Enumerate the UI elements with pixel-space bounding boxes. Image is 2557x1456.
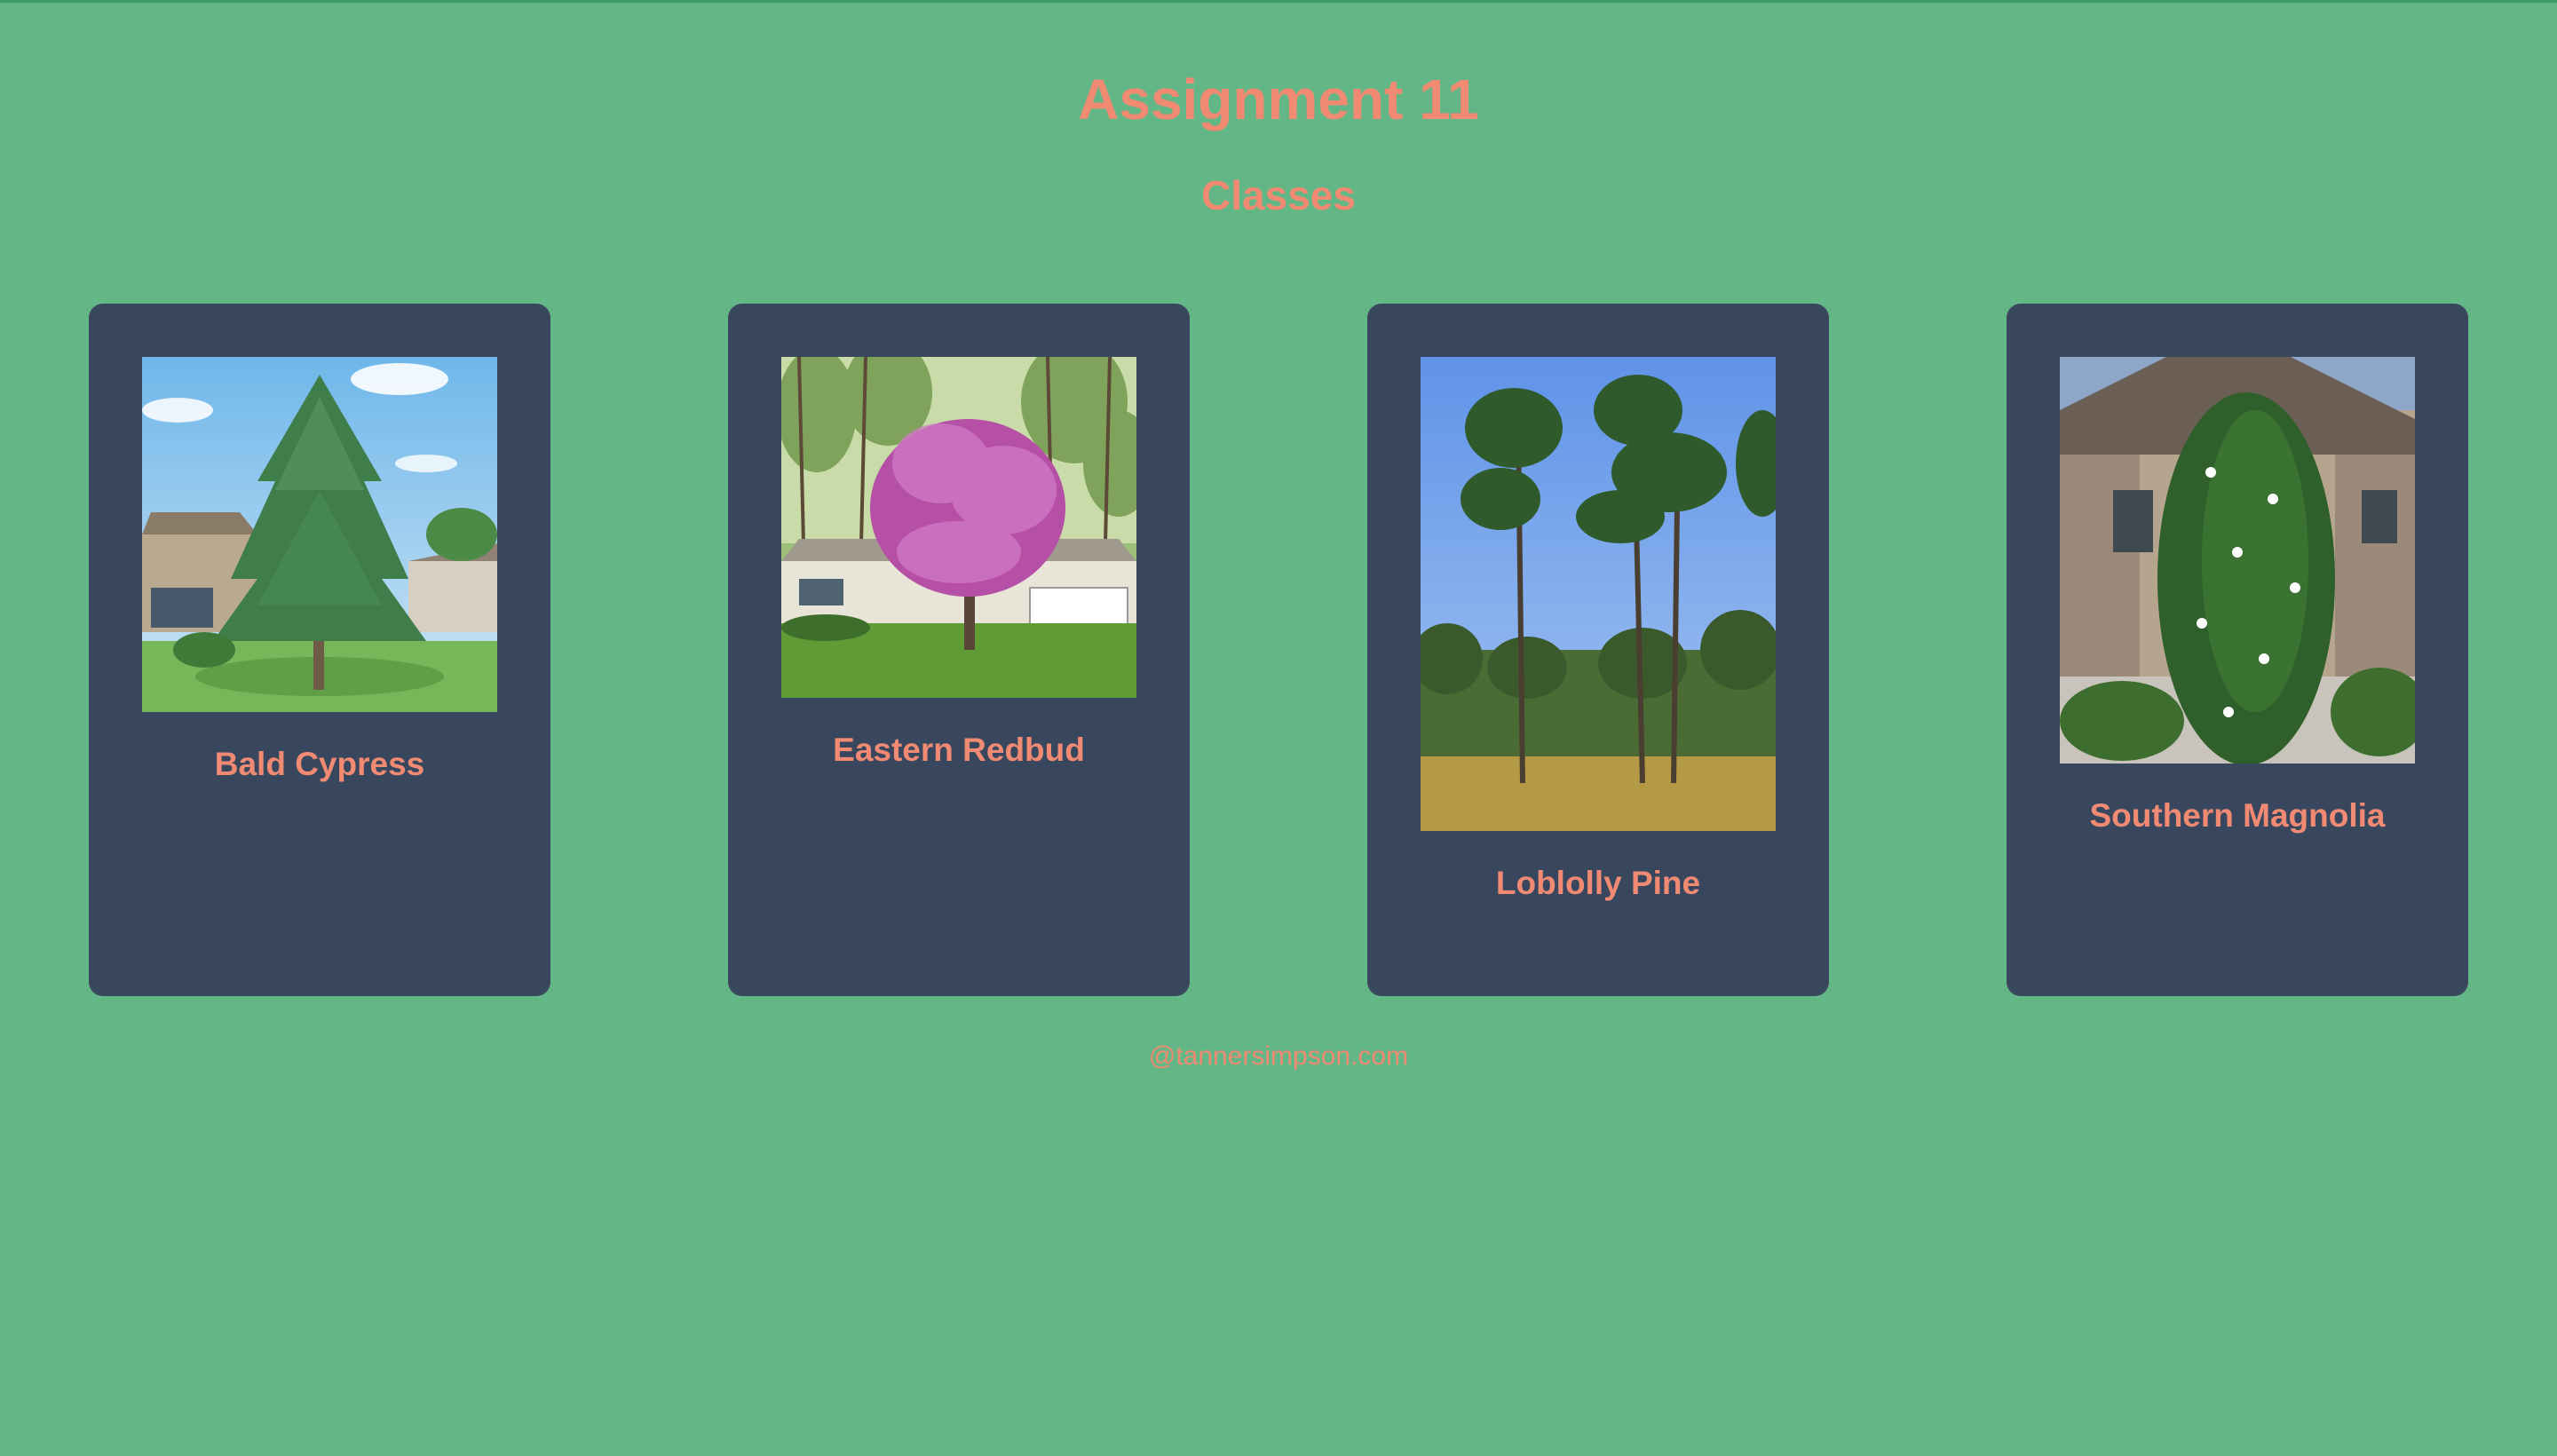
tree-card-bald-cypress: Bald Cypress (89, 304, 550, 996)
tree-card-southern-magnolia: Southern Magnolia (2007, 304, 2468, 996)
tree-name-label: Eastern Redbud (833, 732, 1085, 768)
page-subtitle: Classes (1201, 172, 1356, 218)
tree-name-label: Southern Magnolia (2089, 797, 2386, 834)
eastern-redbud-photo (781, 357, 1136, 698)
tree-card-loblolly-pine: Loblolly Pine (1367, 304, 1829, 996)
loblolly-pine-photo (1421, 357, 1776, 831)
tree-card-eastern-redbud: Eastern Redbud (728, 304, 1190, 996)
tree-name-label: Bald Cypress (214, 746, 425, 782)
page-title: Assignment 11 (1078, 67, 1479, 131)
footer-credit: @tannersimpson.com (1148, 1041, 1409, 1071)
bald-cypress-photo (142, 357, 497, 712)
tree-name-label: Loblolly Pine (1495, 865, 1701, 901)
southern-magnolia-photo (2060, 357, 2415, 764)
